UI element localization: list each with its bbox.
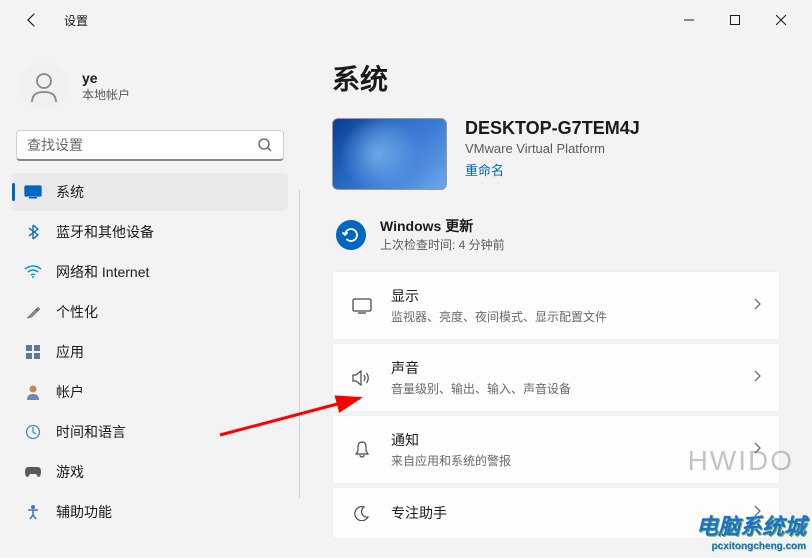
update-title: Windows 更新 <box>380 216 505 236</box>
update-icon <box>336 220 366 250</box>
avatar <box>20 62 68 110</box>
chevron-right-icon <box>753 441 761 459</box>
brush-icon <box>24 303 42 321</box>
nav: 系统 蓝牙和其他设备 网络和 Internet 个性化 应用 帐户 <box>12 173 288 531</box>
close-icon <box>776 15 786 25</box>
rename-link[interactable]: 重命名 <box>465 160 504 179</box>
display-icon <box>351 295 373 317</box>
search-input[interactable] <box>27 137 257 153</box>
gamepad-icon <box>24 463 42 481</box>
setting-sub: 监视器、亮度、夜间模式、显示配置文件 <box>391 308 735 325</box>
back-button[interactable] <box>16 4 48 36</box>
sidebar-item-label: 蓝牙和其他设备 <box>56 222 154 242</box>
bluetooth-icon <box>24 223 42 241</box>
sidebar-item-bluetooth[interactable]: 蓝牙和其他设备 <box>12 213 288 251</box>
settings-list: 显示 监视器、亮度、夜间模式、显示配置文件 声音 音量级别、输出、输入、声音设备… <box>332 271 780 539</box>
sidebar-item-time-language[interactable]: 时间和语言 <box>12 413 288 451</box>
device-platform: VMware Virtual Platform <box>465 141 640 156</box>
setting-sub: 来自应用和系统的警报 <box>391 452 735 469</box>
sidebar-item-network[interactable]: 网络和 Internet <box>12 253 288 291</box>
close-button[interactable] <box>758 4 804 36</box>
user-type: 本地帐户 <box>82 86 130 103</box>
sidebar-item-label: 系统 <box>56 182 84 202</box>
sidebar-item-personalization[interactable]: 个性化 <box>12 293 288 331</box>
person-small-icon <box>24 383 42 401</box>
chevron-right-icon <box>753 297 761 315</box>
setting-title: 显示 <box>391 286 735 306</box>
minimize-button[interactable] <box>666 4 712 36</box>
setting-title: 声音 <box>391 358 735 378</box>
update-sub: 上次检查时间: 4 分钟前 <box>380 236 505 253</box>
clock-globe-icon <box>24 423 42 441</box>
windows-update-block[interactable]: Windows 更新 上次检查时间: 4 分钟前 <box>332 214 780 271</box>
apps-icon <box>24 343 42 361</box>
titlebar: 设置 <box>0 0 812 40</box>
sidebar-item-label: 应用 <box>56 342 84 362</box>
setting-sub: 音量级别、输出、输入、声音设备 <box>391 380 735 397</box>
sidebar-item-label: 辅助功能 <box>56 502 112 522</box>
sidebar-item-label: 游戏 <box>56 462 84 482</box>
bell-icon <box>351 439 373 461</box>
setting-item-sound[interactable]: 声音 音量级别、输出、输入、声音设备 <box>332 343 780 412</box>
setting-title: 通知 <box>391 430 735 450</box>
main-content: 系统 DESKTOP-G7TEM4J VMware Virtual Platfo… <box>300 40 812 558</box>
search-box[interactable] <box>16 130 284 161</box>
sidebar-item-accounts[interactable]: 帐户 <box>12 373 288 411</box>
device-block: DESKTOP-G7TEM4J VMware Virtual Platform … <box>332 118 780 190</box>
chevron-right-icon <box>753 504 761 522</box>
sidebar-item-label: 帐户 <box>56 382 84 402</box>
moon-icon <box>351 502 373 524</box>
sound-icon <box>351 367 373 389</box>
sidebar-item-apps[interactable]: 应用 <box>12 333 288 371</box>
page-title: 系统 <box>332 58 780 98</box>
search-icon <box>257 137 273 153</box>
setting-item-focus-assist[interactable]: 专注助手 <box>332 487 780 539</box>
sidebar-item-accessibility[interactable]: 辅助功能 <box>12 493 288 531</box>
accessibility-icon <box>24 503 42 521</box>
sidebar-item-label: 个性化 <box>56 302 98 322</box>
app-title: 设置 <box>64 12 88 29</box>
setting-title: 专注助手 <box>391 503 735 523</box>
setting-item-notifications[interactable]: 通知 来自应用和系统的警报 <box>332 415 780 484</box>
minimize-icon <box>684 15 694 25</box>
user-name: ye <box>82 70 130 86</box>
chevron-right-icon <box>753 369 761 387</box>
sidebar-item-label: 网络和 Internet <box>56 262 149 282</box>
arrow-left-icon <box>24 12 40 28</box>
person-icon <box>26 68 62 104</box>
sidebar-item-system[interactable]: 系统 <box>12 173 288 211</box>
system-icon <box>24 183 42 201</box>
wifi-icon <box>24 263 42 281</box>
device-name: DESKTOP-G7TEM4J <box>465 118 640 139</box>
device-thumbnail[interactable] <box>332 118 447 190</box>
user-block[interactable]: ye 本地帐户 <box>12 52 288 126</box>
setting-item-display[interactable]: 显示 监视器、亮度、夜间模式、显示配置文件 <box>332 271 780 340</box>
sidebar-item-gaming[interactable]: 游戏 <box>12 453 288 491</box>
maximize-icon <box>730 15 740 25</box>
sidebar: ye 本地帐户 系统 蓝牙和其他设备 网络和 Internet <box>0 40 300 558</box>
sidebar-item-label: 时间和语言 <box>56 422 126 442</box>
maximize-button[interactable] <box>712 4 758 36</box>
